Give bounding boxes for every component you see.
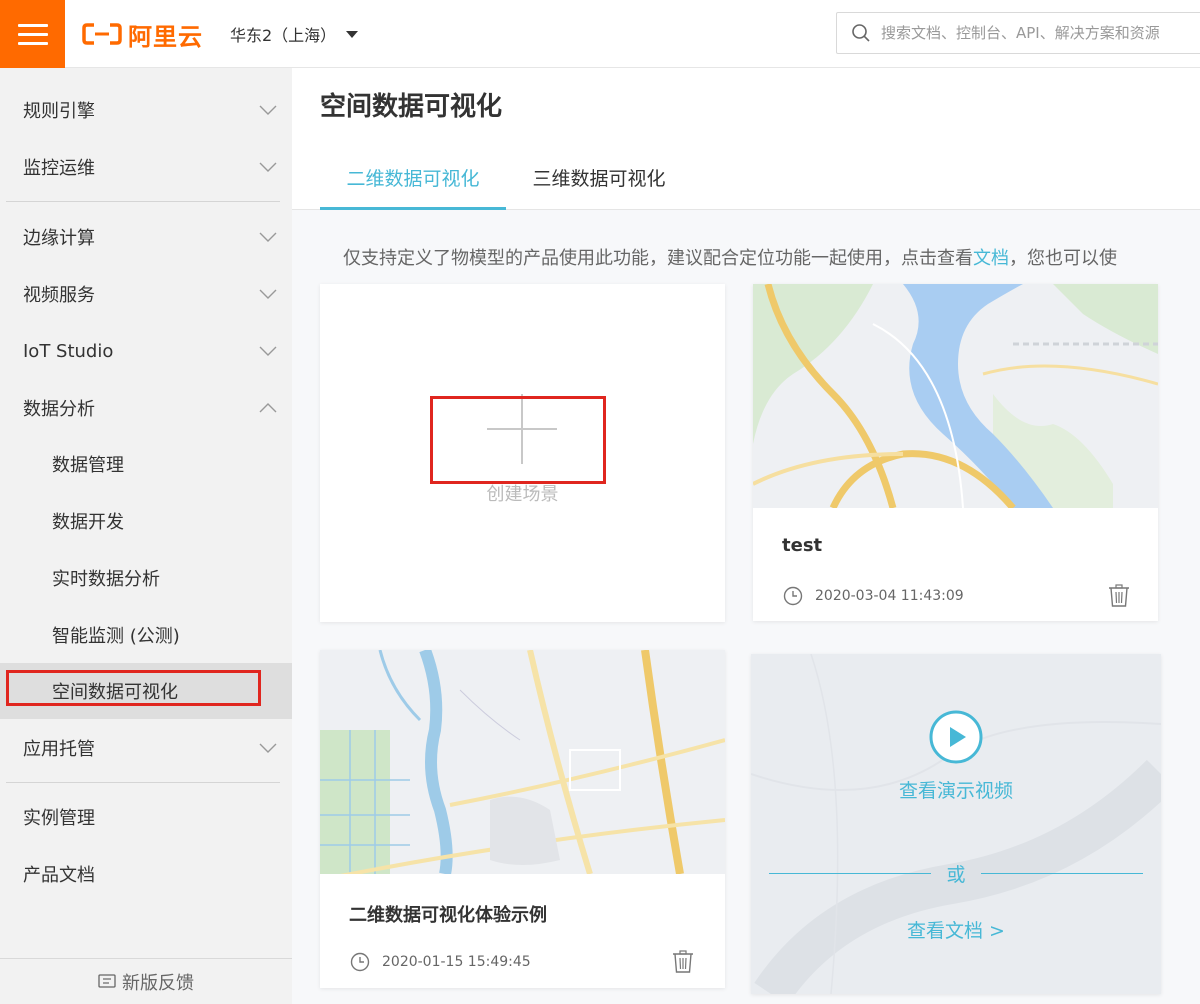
sidebar-item-label: IoT Studio	[23, 340, 114, 362]
clock-icon	[783, 586, 803, 606]
caret-down-icon	[346, 30, 359, 38]
sidebar-item-label: 边缘计算	[23, 228, 95, 249]
chevron-down-icon	[259, 743, 277, 753]
search-input[interactable]	[881, 24, 1200, 42]
page-title: 空间数据可视化	[320, 92, 503, 122]
sidebar-item-label: 数据开发	[52, 512, 124, 533]
chevron-down-icon	[259, 346, 277, 356]
map-thumbnail	[753, 284, 1158, 508]
play-icon[interactable]	[929, 710, 983, 764]
plus-icon	[487, 394, 557, 464]
region-selector[interactable]: 华东2（上海）	[230, 20, 359, 48]
logo-text: 阿里云	[128, 22, 203, 51]
sidebar-item-label: 数据分析	[23, 399, 95, 420]
view-demo-video-link[interactable]: 查看演示视频	[751, 776, 1161, 803]
sidebar-item-label: 产品文档	[23, 865, 95, 886]
sidebar-item-smart-monitoring[interactable]: 智能监测 (公测)	[0, 607, 292, 663]
clock-icon	[350, 952, 370, 972]
sidebar-divider	[6, 782, 280, 783]
sidebar-item-edge-computing[interactable]: 边缘计算	[0, 209, 292, 265]
chevron-down-icon	[259, 105, 277, 115]
sidebar-item-data-analysis[interactable]: 数据分析	[0, 380, 292, 436]
notice-suffix: ，您也可以使	[1009, 248, 1117, 269]
sidebar-item-label: 数据管理	[52, 455, 124, 476]
scene-card-title: test	[782, 535, 823, 556]
demo-background-map	[751, 654, 1161, 994]
sidebar-item-iot-studio[interactable]: IoT Studio	[0, 323, 292, 379]
chevron-down-icon	[259, 289, 277, 299]
sidebar-item-instance-management[interactable]: 实例管理	[0, 789, 292, 845]
chevron-down-icon	[259, 162, 277, 172]
sidebar-item-monitoring[interactable]: 监控运维	[0, 139, 292, 195]
sidebar-item-label: 规则引擎	[23, 101, 95, 122]
sidebar-item-data-management[interactable]: 数据管理	[0, 436, 292, 492]
sidebar-item-rule-engine[interactable]: 规则引擎	[0, 82, 292, 138]
aliyun-logo[interactable]: 阿里云	[82, 16, 203, 52]
feedback-label: 新版反馈	[122, 972, 194, 994]
sidebar-item-label: 视频服务	[23, 285, 95, 306]
notice-prefix: 仅支持定义了物模型的产品使用此功能，建议配合定位功能一起使用，点击查看	[343, 248, 973, 269]
scene-card-test[interactable]: test 2020-03-04 11:43:09	[753, 284, 1158, 621]
chevron-down-icon	[259, 232, 277, 242]
demo-guide-card: 查看演示视频 或 查看文档 >	[751, 654, 1161, 994]
sidebar-item-data-development[interactable]: 数据开发	[0, 493, 292, 549]
create-scene-card[interactable]: 创建场景	[320, 284, 725, 622]
sidebar-divider	[6, 201, 280, 202]
tab-3d-visualization[interactable]: 三维数据可视化	[514, 164, 684, 210]
sidebar-item-label: 空间数据可视化	[52, 682, 178, 703]
sidebar-item-label: 实例管理	[23, 808, 95, 829]
trash-icon[interactable]	[672, 950, 694, 974]
chevron-up-icon	[259, 403, 277, 413]
trash-icon[interactable]	[1108, 584, 1130, 608]
scene-card-meta: 2020-03-04 11:43:09	[783, 586, 964, 606]
search-box[interactable]	[836, 12, 1200, 54]
main-content: 空间数据可视化 二维数据可视化 三维数据可视化 仅支持定义了物模型的产品使用此功…	[292, 68, 1200, 1004]
notice-doc-link[interactable]: 文档	[973, 248, 1009, 269]
sidebar-item-video-service[interactable]: 视频服务	[0, 266, 292, 322]
feedback-icon	[98, 973, 116, 988]
sidebar-item-spatial-visualization[interactable]: 空间数据可视化	[0, 663, 292, 719]
scene-card-time: 2020-03-04 11:43:09	[815, 588, 964, 604]
sidebar-item-label: 应用托管	[23, 739, 95, 760]
search-icon	[852, 24, 870, 42]
notice-text: 仅支持定义了物模型的产品使用此功能，建议配合定位功能一起使用，点击查看文档，您也…	[343, 244, 1117, 270]
region-label: 华东2（上海）	[230, 26, 337, 45]
sidebar-item-product-docs[interactable]: 产品文档	[0, 846, 292, 902]
feedback-button[interactable]: 新版反馈	[0, 958, 292, 1004]
scene-card-time: 2020-01-15 15:49:45	[382, 954, 531, 970]
map-thumbnail	[320, 650, 725, 874]
main-header: 空间数据可视化 二维数据可视化 三维数据可视化	[292, 68, 1200, 210]
scene-card-title: 二维数据可视化体验示例	[349, 905, 547, 926]
scene-card-meta: 2020-01-15 15:49:45	[350, 952, 531, 972]
sidebar-item-label: 监控运维	[23, 158, 95, 179]
aliyun-logo-icon	[82, 23, 122, 45]
sidebar-item-label: 智能监测 (公测)	[52, 626, 180, 647]
hamburger-menu-icon[interactable]	[0, 0, 65, 68]
sidebar-item-realtime-analysis[interactable]: 实时数据分析	[0, 550, 292, 606]
view-docs-link[interactable]: 查看文档 >	[751, 916, 1161, 943]
or-divider-right	[981, 873, 1143, 874]
sidebar-item-app-hosting[interactable]: 应用托管	[0, 720, 292, 776]
sidebar: 规则引擎 监控运维 边缘计算 视频服务 IoT Studio 数据分析 数据管理…	[0, 68, 292, 1004]
top-bar: 阿里云 华东2（上海）	[0, 0, 1200, 68]
scene-card-demo-example[interactable]: 二维数据可视化体验示例 2020-01-15 15:49:45	[320, 650, 725, 988]
sidebar-item-label: 实时数据分析	[52, 569, 160, 590]
tab-2d-visualization[interactable]: 二维数据可视化	[320, 164, 506, 210]
create-scene-label: 创建场景	[486, 484, 559, 505]
